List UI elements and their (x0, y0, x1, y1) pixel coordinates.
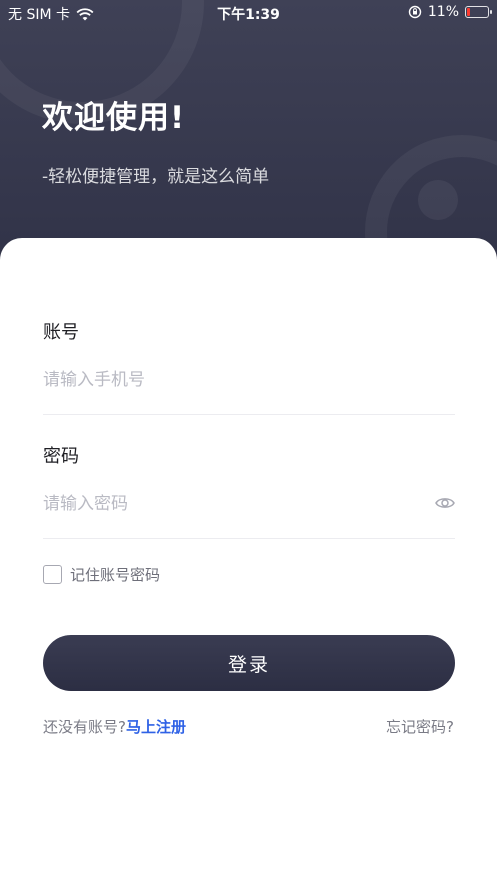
register-link[interactable]: 马上注册 (126, 718, 186, 736)
no-account-text: 还没有账号? (43, 718, 126, 736)
account-input[interactable] (43, 370, 413, 390)
account-divider (43, 414, 455, 415)
battery-icon (465, 6, 492, 18)
remember-label: 记住账号密码 (70, 566, 161, 584)
account-label: 账号 (43, 322, 79, 343)
decorative-dot (418, 180, 458, 220)
password-input[interactable] (43, 494, 413, 514)
password-label: 密码 (43, 446, 79, 467)
status-bar: 无 SIM 卡 下午1:39 11% (0, 0, 497, 26)
status-right: 11% (408, 4, 492, 20)
orientation-lock-icon (408, 5, 422, 19)
welcome-subtitle: -轻松便捷管理，就是这么简单 (42, 167, 270, 187)
password-divider (43, 538, 455, 539)
register-prompt: 还没有账号?马上注册 (43, 716, 186, 737)
forgot-password-link[interactable]: 忘记密码? (386, 716, 454, 737)
login-button[interactable]: 登录 (43, 635, 455, 691)
eye-icon[interactable] (434, 492, 456, 514)
remember-checkbox[interactable] (43, 565, 62, 584)
remember-checkbox-row[interactable]: 记住账号密码 (43, 564, 160, 585)
welcome-title: 欢迎使用! (42, 100, 186, 136)
battery-percent: 11% (427, 4, 459, 20)
